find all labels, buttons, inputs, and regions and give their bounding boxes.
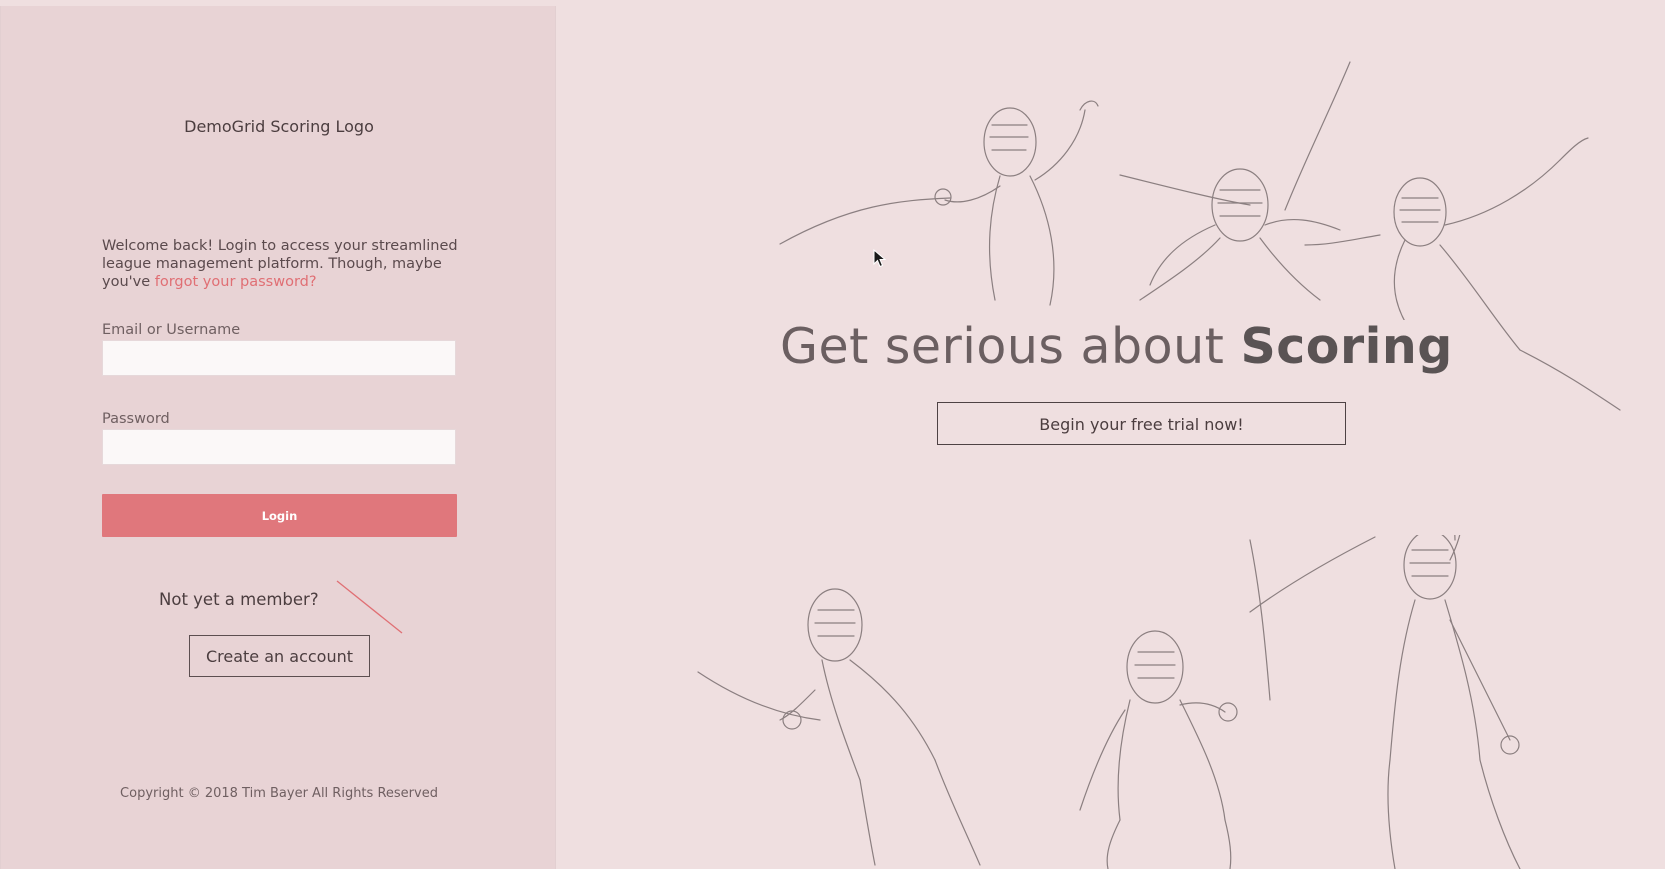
- login-button[interactable]: Login: [102, 494, 457, 537]
- password-field[interactable]: [102, 429, 456, 465]
- login-panel: DemoGrid Scoring Logo Welcome back! Logi…: [0, 6, 556, 869]
- hero-title-prefix: Get serious about: [780, 318, 1241, 375]
- password-label: Password: [102, 411, 170, 427]
- email-field[interactable]: [102, 340, 456, 376]
- free-trial-button[interactable]: Begin your free trial now!: [937, 402, 1346, 445]
- not-member-text: Not yet a member?: [159, 590, 319, 609]
- arrow-line-icon: [336, 580, 403, 634]
- hero-title-emphasis: Scoring: [1240, 318, 1453, 375]
- copyright-text: Copyright © 2018 Tim Bayer All Rights Re…: [120, 786, 438, 801]
- email-label: Email or Username: [102, 322, 241, 338]
- logo[interactable]: DemoGrid Scoring Logo: [1, 117, 557, 136]
- create-account-button[interactable]: Create an account: [189, 635, 370, 677]
- hero-title: Get serious about Scoring: [780, 318, 1500, 375]
- welcome-message: Welcome back! Login to access your strea…: [102, 237, 458, 291]
- mouse-pointer-icon: [873, 249, 887, 268]
- forgot-password-link[interactable]: forgot your password?: [155, 274, 317, 290]
